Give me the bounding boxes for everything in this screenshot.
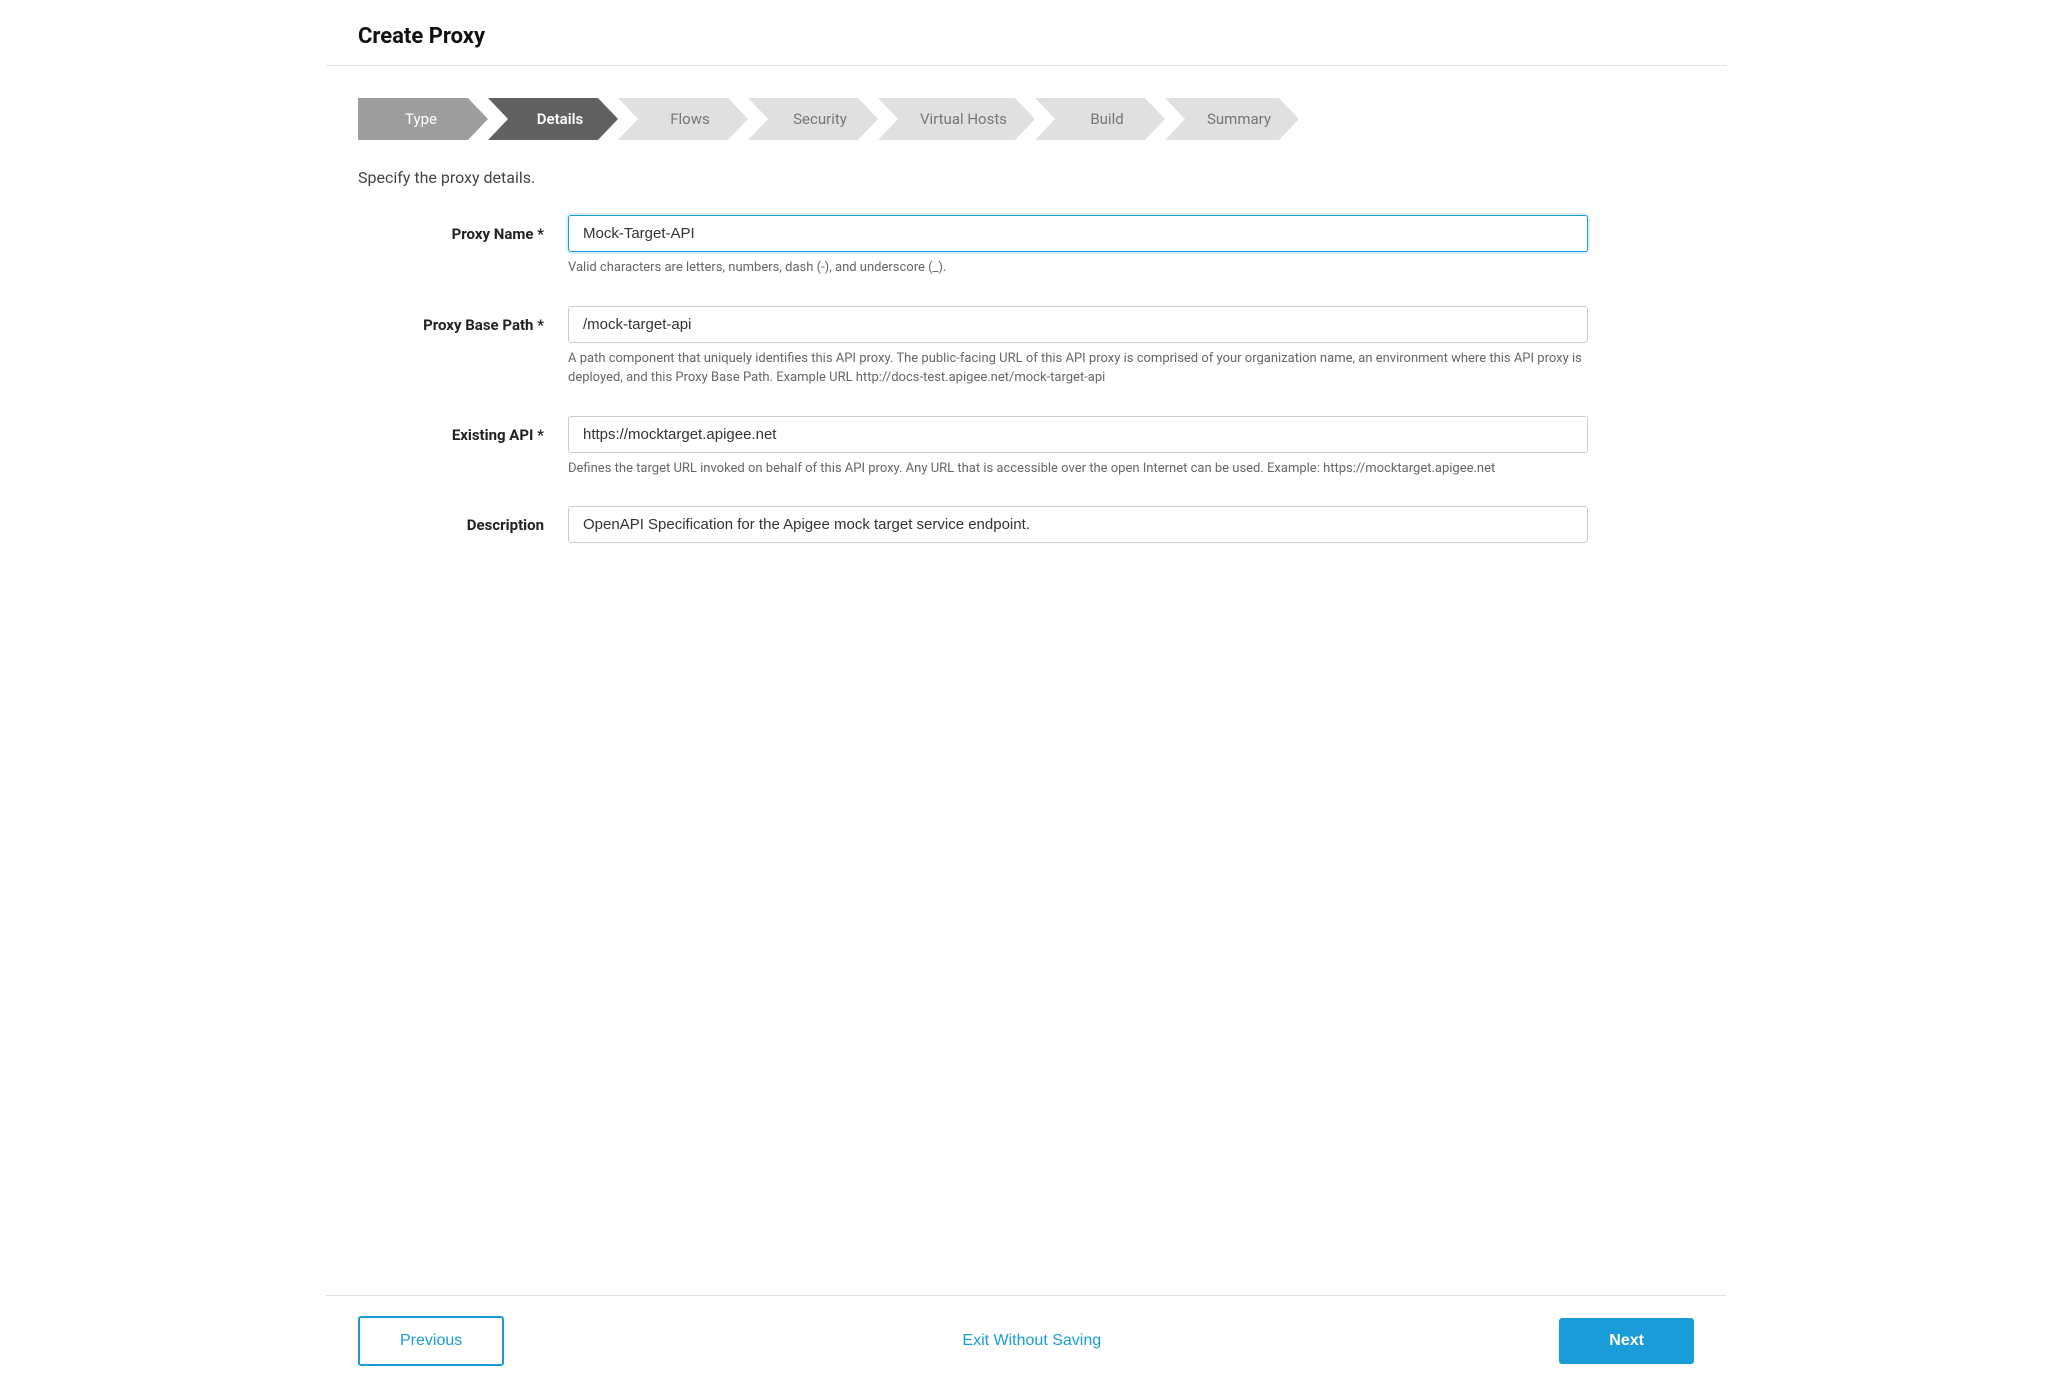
step-flows[interactable]: Flows <box>618 98 748 140</box>
step-build[interactable]: Build <box>1035 98 1165 140</box>
description-input[interactable] <box>568 506 1588 543</box>
stepper: Type Details Flows Security Virtual Host… <box>358 98 1694 140</box>
step-details[interactable]: Details <box>488 98 618 140</box>
proxy-base-path-input[interactable] <box>568 306 1588 343</box>
existing-api-field-wrapper: Defines the target URL invoked on behalf… <box>568 416 1588 479</box>
page-footer: Previous Exit Without Saving Next <box>326 1295 1726 1386</box>
next-button[interactable]: Next <box>1559 1318 1694 1364</box>
page-title: Create Proxy <box>358 24 1694 49</box>
proxy-base-path-label: Proxy Base Path * <box>358 306 568 334</box>
proxy-details-form: Proxy Name * Valid characters are letter… <box>358 215 1694 571</box>
proxy-base-path-hint: A path component that uniquely identifie… <box>568 349 1588 388</box>
proxy-base-path-field-wrapper: A path component that uniquely identifie… <box>568 306 1588 388</box>
proxy-name-label: Proxy Name * <box>358 215 568 243</box>
proxy-name-field-wrapper: Valid characters are letters, numbers, d… <box>568 215 1588 278</box>
existing-api-input[interactable] <box>568 416 1588 453</box>
step-summary[interactable]: Summary <box>1165 98 1299 140</box>
previous-button[interactable]: Previous <box>358 1316 504 1366</box>
exit-without-saving-button[interactable]: Exit Without Saving <box>942 1318 1121 1364</box>
existing-api-label: Existing API * <box>358 416 568 444</box>
step-virtual-hosts[interactable]: Virtual Hosts <box>878 98 1035 140</box>
description-label: Description <box>358 506 568 534</box>
description-field-wrapper <box>568 506 1588 543</box>
existing-api-hint: Defines the target URL invoked on behalf… <box>568 459 1588 479</box>
description-row: Description <box>358 506 1694 543</box>
proxy-name-input[interactable] <box>568 215 1588 252</box>
form-subtitle: Specify the proxy details. <box>358 168 1694 187</box>
proxy-name-row: Proxy Name * Valid characters are letter… <box>358 215 1694 278</box>
proxy-name-hint: Valid characters are letters, numbers, d… <box>568 258 1588 278</box>
existing-api-row: Existing API * Defines the target URL in… <box>358 416 1694 479</box>
step-security[interactable]: Security <box>748 98 878 140</box>
step-type[interactable]: Type <box>358 98 488 140</box>
proxy-base-path-row: Proxy Base Path * A path component that … <box>358 306 1694 388</box>
